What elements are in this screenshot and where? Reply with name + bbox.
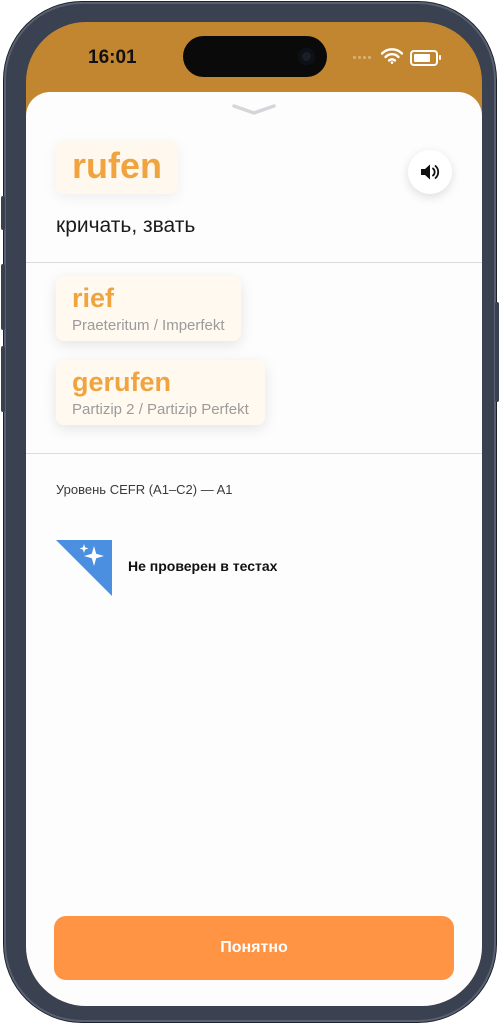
camera-icon <box>298 48 315 65</box>
battery-icon <box>410 50 441 66</box>
verb-form-word: rief <box>72 283 115 313</box>
word-details-sheet: rufen кричать, звать rief Praeteritum / … <box>26 92 482 1006</box>
ok-button[interactable]: Понятно <box>54 916 454 980</box>
wifi-icon <box>381 48 403 64</box>
divider <box>26 453 482 454</box>
verb-form-card-partizip: gerufen Partizip 2 / Partizip Perfekt <box>56 360 265 425</box>
volume-up-button <box>1 264 5 330</box>
verb-form-label: Partizip 2 / Partizip Perfekt <box>72 401 249 418</box>
status-time: 16:01 <box>88 47 137 68</box>
action-button <box>1 196 5 230</box>
power-button <box>495 302 499 402</box>
dynamic-island <box>183 36 327 77</box>
word-card: rufen <box>56 140 178 194</box>
screen: 16:01 rufen кричать, звать rief Praeteri… <box>26 22 482 1006</box>
verb-form-label: Praeteritum / Imperfekt <box>72 317 225 334</box>
volume-down-button <box>1 346 5 412</box>
translation-text: кричать, звать <box>56 214 196 237</box>
word-text: rufen <box>72 145 162 186</box>
phone-frame: 16:01 rufen кричать, звать rief Praeteri… <box>1 2 499 1022</box>
sparkles-icon <box>56 540 112 596</box>
pronounce-button[interactable] <box>408 150 452 194</box>
divider <box>26 262 482 263</box>
verb-form-word: gerufen <box>72 367 172 397</box>
cellular-signal-icon <box>353 56 371 59</box>
verb-form-card-praeteritum: rief Praeteritum / Imperfekt <box>56 276 241 341</box>
cefr-level-text: Уровень CEFR (A1–C2) — A1 <box>56 482 233 497</box>
chevron-down-icon[interactable] <box>231 101 277 117</box>
speaker-icon <box>421 164 440 180</box>
test-status-text: Не проверен в тестах <box>128 558 278 574</box>
